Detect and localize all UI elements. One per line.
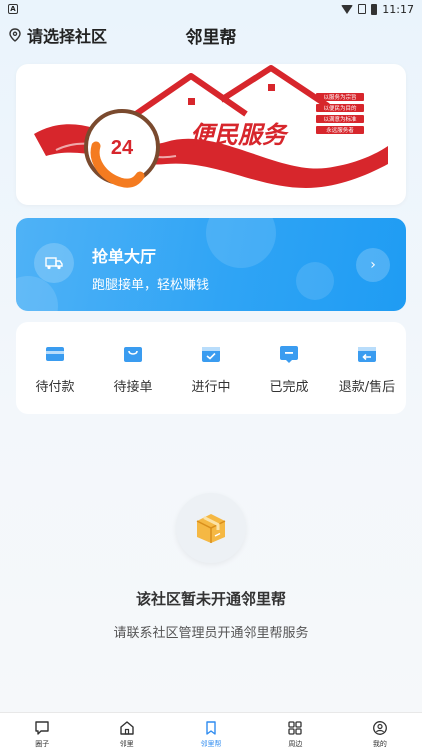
tab-neighbors[interactable]: 邻里 [84,713,168,750]
empty-state-title: 该社区暂未开通邻里帮 [135,590,286,608]
grab-order-hall-card[interactable]: 抢单大厅 跑腿接单，轻松赚钱 › [16,218,406,311]
grid-icon [288,721,303,735]
order-status-label: 已完成 [269,380,309,395]
tab-nearby[interactable]: 周边 [253,713,337,750]
banner-tag-3: 以满意为标准 [323,115,357,123]
done-icon [280,346,298,363]
tab-me[interactable]: 我的 [338,713,422,750]
community-selector[interactable]: 请选择社区 [9,23,107,47]
empty-state-subtitle: 请联系社区管理员开通邻里帮服务 [113,626,309,641]
wallet-icon [46,347,64,361]
order-status-refund-aftersale[interactable]: 退款/售后 [328,322,406,414]
wifi-icon [341,4,354,14]
tab-label: 圈子 [35,740,50,748]
tab-label: 周边 [288,740,303,748]
service-banner[interactable]: 24 便民服务 以服务为宗旨 以便民为目的 以满意为标准 永远服务者 [16,64,406,205]
status-time: 11:17 [382,2,414,16]
banner-headline: 便民服务 [190,121,289,149]
delivery-truck-icon [34,243,74,283]
order-status-label: 进行中 [191,380,231,395]
chevron-right-icon[interactable]: › [356,248,390,282]
grab-order-hall-title: 抢单大厅 [92,247,157,266]
banner-tag-1: 以服务为宗旨 [323,93,356,101]
banner-tag-4: 永远服务者 [326,126,354,134]
tab-label: 我的 [372,740,387,748]
decor-bubble [206,218,276,268]
chat-icon [35,721,49,735]
banner-24-text: 24 [111,137,134,159]
grab-order-hall-subtitle: 跑腿接单，轻松赚钱 [92,278,210,293]
order-status-awaiting-accept[interactable]: 待接单 [94,322,172,414]
order-status-label: 待付款 [35,380,75,395]
order-status-in-progress[interactable]: 进行中 [172,322,250,414]
package-icon [176,493,246,563]
tab-circle[interactable]: 圈子 [0,713,84,750]
order-status-completed[interactable]: 已完成 [250,322,328,414]
order-status-pending-payment[interactable]: 待付款 [16,322,94,414]
tab-label: 邻里帮 [200,740,222,748]
bag-icon [124,347,142,362]
decor-bubble [296,262,334,300]
battery-icon [371,3,378,15]
home-icon [119,721,134,735]
order-status-label: 待接单 [113,380,153,395]
sim-icon [358,4,367,14]
inprogress-icon [202,347,220,362]
user-icon [372,721,387,735]
status-bar: A 11:17 [0,0,422,18]
refund-icon [358,347,376,362]
tab-neighbor-help[interactable]: 邻里帮 [169,713,253,750]
bookmark-icon [206,721,216,735]
app-notification-icon: A [8,4,18,14]
order-status-panel: 待付款 待接单 进行中 已完成 退款/售后 [16,322,406,414]
community-selector-label: 请选择社区 [27,27,108,46]
banner-illustration: 24 便民服务 以服务为宗旨 以便民为目的 以满意为标准 永远服务者 [34,65,388,188]
banner-tag-2: 以便民为目的 [323,104,357,112]
bottom-tab-bar: 圈子 邻里 邻里帮 周边 我的 [0,712,422,750]
tab-label: 邻里 [119,740,134,748]
top-bar: 邻里帮 请选择社区 [0,18,422,48]
location-pin-icon [9,28,21,42]
order-status-label: 退款/售后 [338,380,396,395]
